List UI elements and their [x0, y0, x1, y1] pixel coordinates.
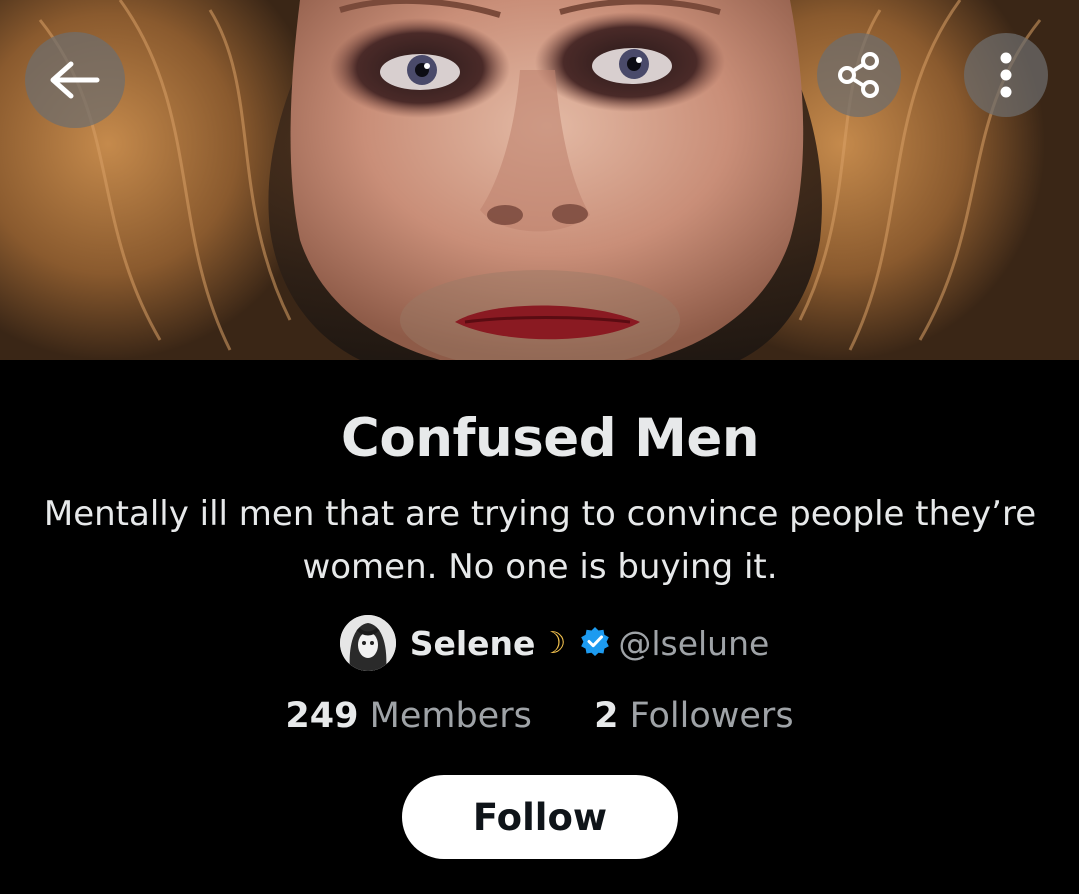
followers-stat[interactable]: 2 Followers	[594, 696, 793, 736]
community-description: Mentally ill men that are trying to conv…	[43, 494, 1037, 587]
community-page: Confused Men Mentally ill men that are t…	[0, 0, 1079, 894]
crescent-moon-icon: ☽	[539, 626, 567, 660]
community-stats: 249 Members 2 Followers	[0, 690, 1079, 742]
followers-count: 2	[594, 696, 619, 736]
community-banner-image	[0, 0, 1079, 360]
owner-name[interactable]: Selene	[410, 624, 536, 663]
follow-button[interactable]: Follow	[402, 775, 678, 859]
share-button[interactable]	[817, 33, 901, 117]
members-label: Members	[369, 696, 532, 736]
back-button[interactable]	[25, 32, 125, 128]
owner-handle[interactable]: @lselune	[618, 624, 769, 663]
community-info: Confused Men Mentally ill men that are t…	[0, 360, 1079, 894]
share-icon	[835, 51, 883, 99]
banner-portrait-illustration	[0, 0, 1079, 360]
community-owner[interactable]: Selene ☽ @lselune	[0, 615, 1079, 671]
arrow-left-icon	[49, 60, 101, 100]
community-name: Confused Men	[340, 408, 760, 469]
followers-label: Followers	[629, 696, 794, 736]
more-vertical-icon	[998, 50, 1014, 100]
more-options-button[interactable]	[964, 33, 1048, 117]
owner-avatar[interactable]	[339, 615, 396, 671]
verified-badge-icon	[580, 626, 610, 661]
members-stat[interactable]: 249 Members	[285, 696, 543, 736]
members-count: 249	[285, 696, 359, 736]
